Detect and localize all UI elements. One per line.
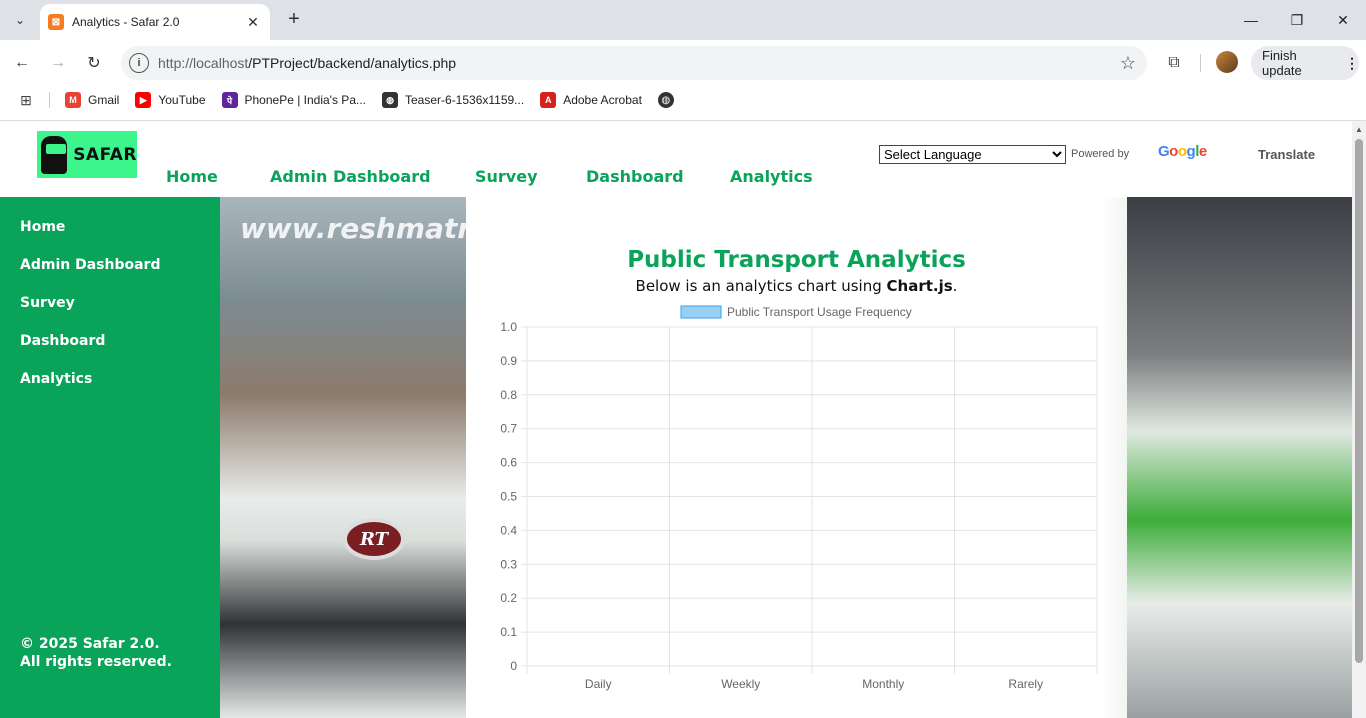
bus-icon: [41, 135, 68, 174]
analytics-card: Public Transport Analytics Below is an a…: [466, 197, 1127, 718]
google-logo: Google: [1158, 143, 1207, 160]
bus-signage-text: www.reshmatravels.com: [240, 212, 466, 245]
topnav-home[interactable]: Home: [166, 167, 218, 186]
more-menu-icon: ⋮: [1345, 54, 1359, 71]
google-letter: g: [1186, 143, 1196, 160]
sidebar-item-analytics[interactable]: Analytics: [20, 371, 92, 387]
rt-badge-logo: RT: [343, 518, 405, 560]
globe-icon[interactable]: ◍: [657, 92, 674, 108]
bookmark-label: Gmail: [88, 93, 120, 107]
sidebar: Home Admin Dashboard Survey Dashboard An…: [0, 197, 220, 718]
browser-tab-bar: ⌄ ⊠ Analytics - Safar 2.0 ✕ + — ❐ ✕: [0, 0, 1366, 40]
google-letter: o: [1177, 143, 1187, 160]
y-tick-label: 0.4: [500, 523, 517, 537]
url-host: http://localhost: [158, 55, 249, 71]
browser-toolbar: ← → ↻ i http://localhost/PTProject/backe…: [0, 40, 1366, 86]
y-tick-label: 0.1: [500, 625, 517, 639]
url-text[interactable]: http://localhost/PTProject/backend/analy…: [158, 55, 1113, 71]
extensions-puzzle-icon[interactable]: ⧉: [1162, 51, 1186, 75]
finish-update-button[interactable]: Finish update ⋮: [1251, 46, 1359, 80]
logo-text: SAFAR: [73, 144, 137, 165]
sidebar-footer: © 2025 Safar 2.0. All rights reserved.: [20, 635, 172, 671]
y-tick-label: 0.6: [500, 456, 517, 470]
bookmark-item[interactable]: पे PhonePe | India's Pa...: [221, 92, 367, 108]
back-arrow-icon[interactable]: ←: [8, 49, 36, 77]
sidebar-item-dashboard[interactable]: Dashboard: [20, 333, 105, 349]
safar-logo[interactable]: SAFAR: [37, 131, 137, 178]
bookmark-favicon-icon: पे: [221, 92, 238, 108]
bookmark-favicon-icon: ▶: [135, 92, 152, 108]
window-close-icon[interactable]: ✕: [1320, 0, 1366, 40]
address-bar[interactable]: i http://localhost/PTProject/backend/ana…: [121, 46, 1147, 80]
bookmark-favicon-icon: A: [540, 92, 557, 108]
bookmark-favicon-icon: ◍: [382, 92, 398, 108]
vertical-scrollbar[interactable]: ▲: [1352, 121, 1366, 718]
bookmark-item[interactable]: ◍ Teaser-6-1536x1159...: [382, 92, 524, 108]
xampp-favicon-icon: ⊠: [48, 14, 64, 30]
bookmark-item[interactable]: A Adobe Acrobat: [540, 92, 642, 108]
finish-update-label: Finish update: [1262, 48, 1302, 78]
google-letter: o: [1169, 143, 1178, 160]
sidebar-item-admin-dashboard[interactable]: Admin Dashboard: [20, 257, 160, 273]
x-tick-label: Weekly: [721, 677, 760, 691]
y-tick-label: 0.2: [500, 591, 517, 605]
y-tick-label: 0.7: [500, 422, 517, 436]
bookmark-label: YouTube: [158, 93, 206, 107]
tab-search-icon[interactable]: ⌄: [8, 8, 32, 32]
topnav-analytics[interactable]: Analytics: [730, 167, 813, 186]
site-header: SAFAR Home Admin Dashboard Survey Dashbo…: [0, 121, 1352, 197]
y-tick-label: 1.0: [500, 320, 517, 334]
tab-title: Analytics - Safar 2.0: [72, 15, 180, 29]
scroll-up-arrow-icon[interactable]: ▲: [1355, 125, 1363, 134]
bookmarks-divider: [49, 92, 50, 108]
tab-close-icon[interactable]: ✕: [244, 14, 262, 31]
bookmark-item[interactable]: ▶ YouTube: [135, 92, 206, 108]
scrollbar-thumb[interactable]: [1355, 139, 1363, 663]
powered-by-text: Powered by: [1071, 148, 1130, 160]
google-letter: e: [1198, 143, 1207, 160]
language-select[interactable]: Select Language: [879, 145, 1066, 164]
profile-avatar[interactable]: [1216, 51, 1238, 73]
topnav-survey[interactable]: Survey: [475, 167, 538, 186]
sidebar-item-survey[interactable]: Survey: [20, 295, 75, 311]
copyright-text: © 2025 Safar 2.0.: [20, 636, 160, 652]
bus-background-left: [220, 197, 466, 718]
y-tick-label: 0.3: [500, 557, 517, 571]
restore-icon[interactable]: ❐: [1274, 0, 1320, 40]
y-tick-label: 0.9: [500, 354, 517, 368]
bookmark-item[interactable]: M Gmail: [65, 92, 119, 108]
y-tick-label: 0.8: [500, 388, 517, 402]
translate-text: Translate: [1258, 147, 1316, 162]
x-tick-label: Monthly: [862, 677, 904, 691]
legend-label: Public Transport Usage Frequency: [727, 305, 912, 319]
bookmark-label: Adobe Acrobat: [563, 93, 642, 107]
legend-swatch: [680, 305, 722, 319]
browser-tab[interactable]: ⊠ Analytics - Safar 2.0 ✕: [40, 4, 270, 40]
topnav-dashboard[interactable]: Dashboard: [586, 167, 684, 186]
bus-background-right: [1127, 197, 1352, 718]
bookmark-favicon-icon: M: [65, 92, 81, 108]
toolbar-divider: [1200, 54, 1201, 72]
rights-text: All rights reserved.: [20, 654, 172, 670]
bookmark-star-icon[interactable]: ☆: [1113, 53, 1143, 74]
x-tick-label: Rarely: [1008, 677, 1043, 691]
apps-grid-icon[interactable]: ⊞: [17, 91, 35, 109]
site-info-icon[interactable]: i: [129, 53, 149, 73]
bookmark-label: PhonePe | India's Pa...: [244, 93, 367, 107]
usage-frequency-chart[interactable]: 0 0.1 0.2 0.3 0.4 0.5 0.6 0.7 0.8 0.9 1.0 Daily Week…: [466, 197, 1127, 718]
minimize-icon[interactable]: —: [1228, 0, 1274, 40]
y-tick-label: 0: [510, 659, 517, 673]
bookmark-label: Teaser-6-1536x1159...: [405, 93, 525, 107]
y-tick-label: 0.5: [500, 490, 517, 504]
forward-arrow-icon[interactable]: →: [44, 49, 72, 77]
sidebar-item-home[interactable]: Home: [20, 219, 65, 235]
reload-icon[interactable]: ↻: [80, 49, 108, 77]
bookmarks-bar: ⊞ M Gmail ▶ YouTube पे PhonePe | India's Pa..…: [0, 86, 1366, 114]
topnav-admin-dashboard[interactable]: Admin Dashboard: [270, 167, 431, 186]
x-tick-label: Daily: [585, 677, 612, 691]
new-tab-icon[interactable]: +: [282, 8, 306, 32]
web-page: SAFAR Home Admin Dashboard Survey Dashbo…: [0, 121, 1352, 718]
google-letter: G: [1158, 143, 1170, 160]
url-path: /PTProject/backend/analytics.php: [248, 55, 457, 71]
